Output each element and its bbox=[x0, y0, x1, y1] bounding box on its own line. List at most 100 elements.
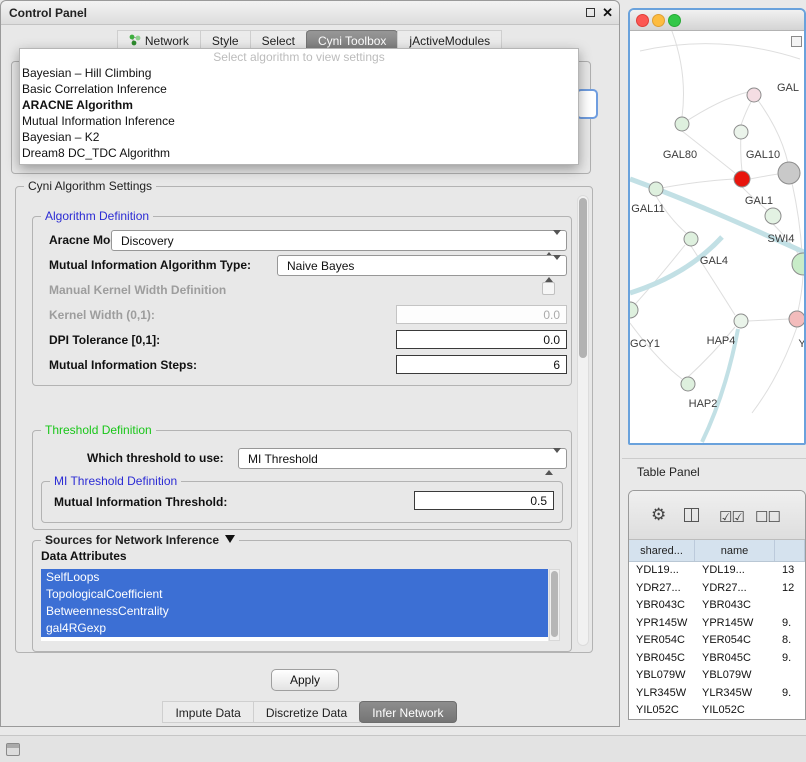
table-row[interactable]: YBR045CYBR045C9. bbox=[629, 650, 805, 668]
attributes-list-scrollbar[interactable] bbox=[549, 569, 560, 641]
network-edge[interactable] bbox=[682, 92, 748, 124]
network-edge[interactable] bbox=[640, 44, 800, 59]
select-all-icon[interactable]: ☑☑ bbox=[719, 508, 744, 526]
node-label: GCY1 bbox=[630, 338, 660, 350]
network-view-window[interactable]: GALGAL80GAL10GAL11GAL1SWI4GAL4GCY1HAP4HA… bbox=[628, 8, 806, 445]
data-attributes-list[interactable]: SelfLoopsTopologicalCoefficientBetweenne… bbox=[41, 569, 548, 641]
table-row[interactable]: YBR043CYBR043C bbox=[629, 597, 805, 615]
algorithm-option[interactable]: Bayesian – Hill Climbing bbox=[20, 65, 578, 81]
network-edge[interactable] bbox=[656, 179, 734, 189]
minimized-panel-icon[interactable] bbox=[6, 743, 20, 756]
algorithm-option[interactable]: Bayesian – K2 bbox=[20, 129, 578, 145]
panel-divider bbox=[622, 458, 806, 459]
network-edge[interactable] bbox=[748, 319, 789, 321]
float-window-icon[interactable] bbox=[586, 8, 595, 17]
kernel-width-field[interactable] bbox=[396, 305, 567, 324]
algorithm-definition-title: Algorithm Definition bbox=[41, 209, 153, 223]
algorithm-option[interactable]: Basic Correlation Inference bbox=[20, 81, 578, 97]
table-cell: YBR045C bbox=[629, 650, 695, 668]
columns-icon[interactable] bbox=[684, 508, 699, 522]
mi-steps-field[interactable] bbox=[396, 355, 567, 374]
network-edge[interactable] bbox=[798, 276, 803, 311]
attribute-list-item[interactable]: TopologicalCoefficient bbox=[41, 586, 548, 603]
scrollbar-thumb[interactable] bbox=[579, 198, 587, 358]
network-node[interactable] bbox=[789, 311, 805, 327]
apply-button[interactable]: Apply bbox=[271, 669, 339, 691]
algorithm-option[interactable]: Dream8 DC_TDC Algorithm bbox=[20, 145, 578, 161]
table-cell: 9. bbox=[775, 650, 805, 668]
which-threshold-select[interactable]: MI Threshold bbox=[238, 448, 567, 469]
kernel-width-label: Kernel Width (0,1): bbox=[49, 308, 155, 322]
attribute-list-item[interactable]: gal4RGexp bbox=[41, 620, 548, 637]
mi-type-label: Mutual Information Algorithm Type: bbox=[49, 258, 251, 272]
table-cell: YBR043C bbox=[629, 597, 695, 615]
dpi-tolerance-field[interactable] bbox=[396, 330, 567, 349]
table-cell: YIL052C bbox=[629, 702, 695, 720]
network-toolbar-fragment[interactable] bbox=[791, 36, 802, 47]
manual-kernel-label: Manual Kernel Width Definition bbox=[49, 283, 226, 297]
table-row[interactable]: YER054CYER054C8. bbox=[629, 632, 805, 650]
network-edge[interactable] bbox=[752, 327, 797, 413]
table-row[interactable]: YIL052CYIL052C bbox=[629, 702, 805, 720]
table-row[interactable]: YLR345WYLR345W9. bbox=[629, 685, 805, 703]
network-node[interactable] bbox=[649, 182, 663, 196]
network-node[interactable] bbox=[684, 232, 698, 246]
table-cell: YER054C bbox=[695, 632, 775, 650]
gear-icon[interactable]: ⚙ bbox=[651, 505, 666, 525]
network-node[interactable] bbox=[778, 162, 800, 184]
bottom-tab-infer-network[interactable]: Infer Network bbox=[359, 701, 456, 723]
close-traffic-light-icon[interactable] bbox=[636, 14, 649, 27]
network-node[interactable] bbox=[681, 377, 695, 391]
bottom-tab-impute-data[interactable]: Impute Data bbox=[162, 701, 253, 723]
mi-threshold-field[interactable] bbox=[414, 491, 554, 510]
deselect-all-icon[interactable]: ☐☐ bbox=[755, 508, 780, 526]
network-edge[interactable] bbox=[670, 31, 684, 117]
algorithm-selector-fragment[interactable] bbox=[576, 89, 598, 119]
network-node[interactable] bbox=[734, 125, 748, 139]
column-header-1[interactable]: name bbox=[695, 540, 775, 561]
network-node[interactable] bbox=[630, 302, 638, 318]
network-node[interactable] bbox=[734, 171, 750, 187]
network-node[interactable] bbox=[765, 208, 781, 224]
network-node[interactable] bbox=[792, 253, 806, 275]
scrollbar-thumb[interactable] bbox=[551, 571, 558, 637]
desktop: Control Panel ✕ NetworkStyleSelectCyni T… bbox=[0, 0, 806, 762]
algorithm-option[interactable]: Mutual Information Inference bbox=[20, 113, 578, 129]
settings-scrollbar[interactable] bbox=[577, 195, 589, 646]
bottom-tab-bar: Impute DataDiscretize DataInfer Network bbox=[1, 701, 619, 723]
updown-arrows-icon bbox=[545, 260, 561, 278]
network-node[interactable] bbox=[747, 88, 761, 102]
bottom-tab-discretize-data[interactable]: Discretize Data bbox=[253, 701, 360, 723]
control-panel-titlebar[interactable]: Control Panel ✕ bbox=[1, 1, 619, 25]
network-edge[interactable] bbox=[630, 245, 685, 310]
minimize-traffic-light-icon[interactable] bbox=[652, 14, 665, 27]
table-cell bbox=[775, 597, 805, 615]
data-attributes-label: Data Attributes bbox=[41, 549, 127, 563]
close-icon[interactable]: ✕ bbox=[602, 5, 613, 21]
manual-kernel-checkbox[interactable] bbox=[542, 282, 555, 295]
mi-type-select[interactable]: Naive Bayes bbox=[277, 255, 567, 276]
network-edge[interactable] bbox=[750, 174, 778, 179]
network-node[interactable] bbox=[734, 314, 748, 328]
node-label: SWI4 bbox=[768, 233, 795, 245]
aracne-mode-select[interactable]: Discovery bbox=[111, 230, 567, 251]
sources-group-title[interactable]: Sources for Network Inference bbox=[41, 533, 239, 547]
network-node[interactable] bbox=[675, 117, 689, 131]
attribute-list-item[interactable]: SelfLoops bbox=[41, 569, 548, 586]
which-threshold-label: Which threshold to use: bbox=[87, 451, 224, 465]
table-row[interactable]: YBL079WYBL079W bbox=[629, 667, 805, 685]
attribute-list-item[interactable]: BetweennessCentrality bbox=[41, 603, 548, 620]
network-edge[interactable] bbox=[630, 323, 682, 379]
table-row[interactable]: YDL19...YDL19...13 bbox=[629, 562, 805, 580]
column-header-2[interactable] bbox=[775, 540, 805, 561]
table-row[interactable]: YPR145WYPR145W9. bbox=[629, 615, 805, 633]
zoom-traffic-light-icon[interactable] bbox=[668, 14, 681, 27]
column-header-0[interactable]: shared... bbox=[629, 540, 695, 561]
algorithm-option[interactable]: ARACNE Algorithm bbox=[20, 97, 578, 113]
network-edge[interactable] bbox=[741, 102, 751, 125]
table-body: YDL19...YDL19...13YDR27...YDR27...12YBR0… bbox=[629, 562, 805, 719]
table-row[interactable]: YDR27...YDR27...12 bbox=[629, 580, 805, 598]
network-window-titlebar[interactable] bbox=[630, 10, 804, 31]
table-cell bbox=[775, 667, 805, 685]
network-graph[interactable]: GALGAL80GAL10GAL11GAL1SWI4GAL4GCY1HAP4HA… bbox=[630, 31, 806, 445]
